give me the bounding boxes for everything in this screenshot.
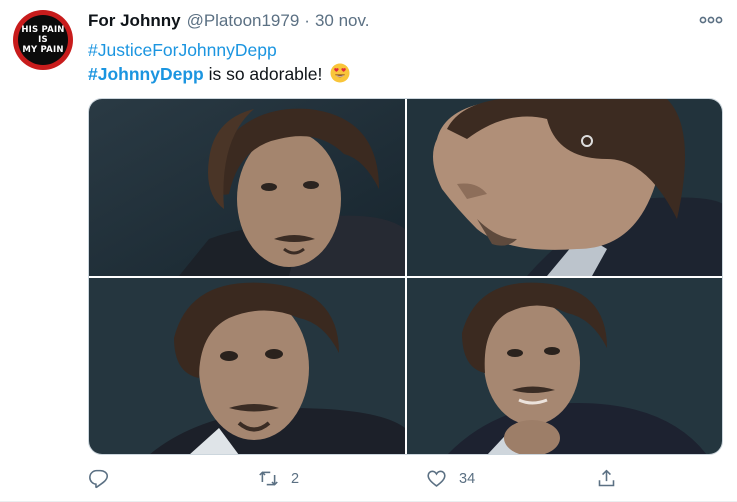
tweet-body-text: is so adorable! (203, 64, 323, 84)
share-button[interactable] (596, 468, 617, 489)
more-horizontal-icon (699, 16, 723, 24)
hashtag-link[interactable]: #JusticeForJohnnyDepp (88, 40, 277, 60)
like-button[interactable]: 34 (426, 468, 475, 489)
photo-4[interactable] (407, 278, 722, 454)
reply-button[interactable] (88, 468, 121, 489)
like-count: 34 (459, 470, 476, 487)
timestamp[interactable]: 30 nov. (315, 11, 370, 31)
retweet-count: 2 (291, 470, 300, 487)
more-options-button[interactable] (698, 10, 724, 30)
reply-icon (89, 469, 109, 489)
retweet-button[interactable]: 2 (258, 468, 299, 489)
avatar-text: HIS PAIN IS MY PAIN (18, 15, 68, 65)
photo-1[interactable] (89, 99, 405, 276)
share-icon (598, 469, 615, 487)
portrait-image (89, 99, 405, 276)
portrait-image (407, 99, 722, 276)
tweet-actions: 2 34 (88, 468, 648, 494)
heart-eyes-emoji (330, 63, 350, 83)
portrait-image (407, 278, 722, 454)
avatar-line: IS (38, 35, 48, 45)
display-name[interactable]: For Johnny (88, 11, 181, 31)
hashtag-link[interactable]: #JohnnyDepp (88, 64, 204, 84)
photo-3[interactable] (89, 278, 405, 454)
photo-2[interactable] (407, 99, 722, 276)
tweet[interactable]: HIS PAIN IS MY PAIN For Johnny @Platoon1… (0, 0, 737, 502)
portrait-image (89, 278, 405, 454)
media-grid (88, 98, 723, 455)
tweet-header: For Johnny @Platoon1979 · 30 nov. (88, 11, 369, 35)
heart-icon (427, 470, 446, 487)
retweet-icon (259, 471, 278, 486)
avatar[interactable]: HIS PAIN IS MY PAIN (13, 10, 73, 70)
separator-dot: · (304, 11, 310, 30)
avatar-line: MY PAIN (22, 45, 64, 55)
tweet-text: #JusticeForJohnnyDepp #JohnnyDepp is so … (88, 38, 350, 86)
user-handle[interactable]: @Platoon1979 (187, 11, 300, 31)
avatar-line: HIS PAIN (21, 25, 65, 35)
